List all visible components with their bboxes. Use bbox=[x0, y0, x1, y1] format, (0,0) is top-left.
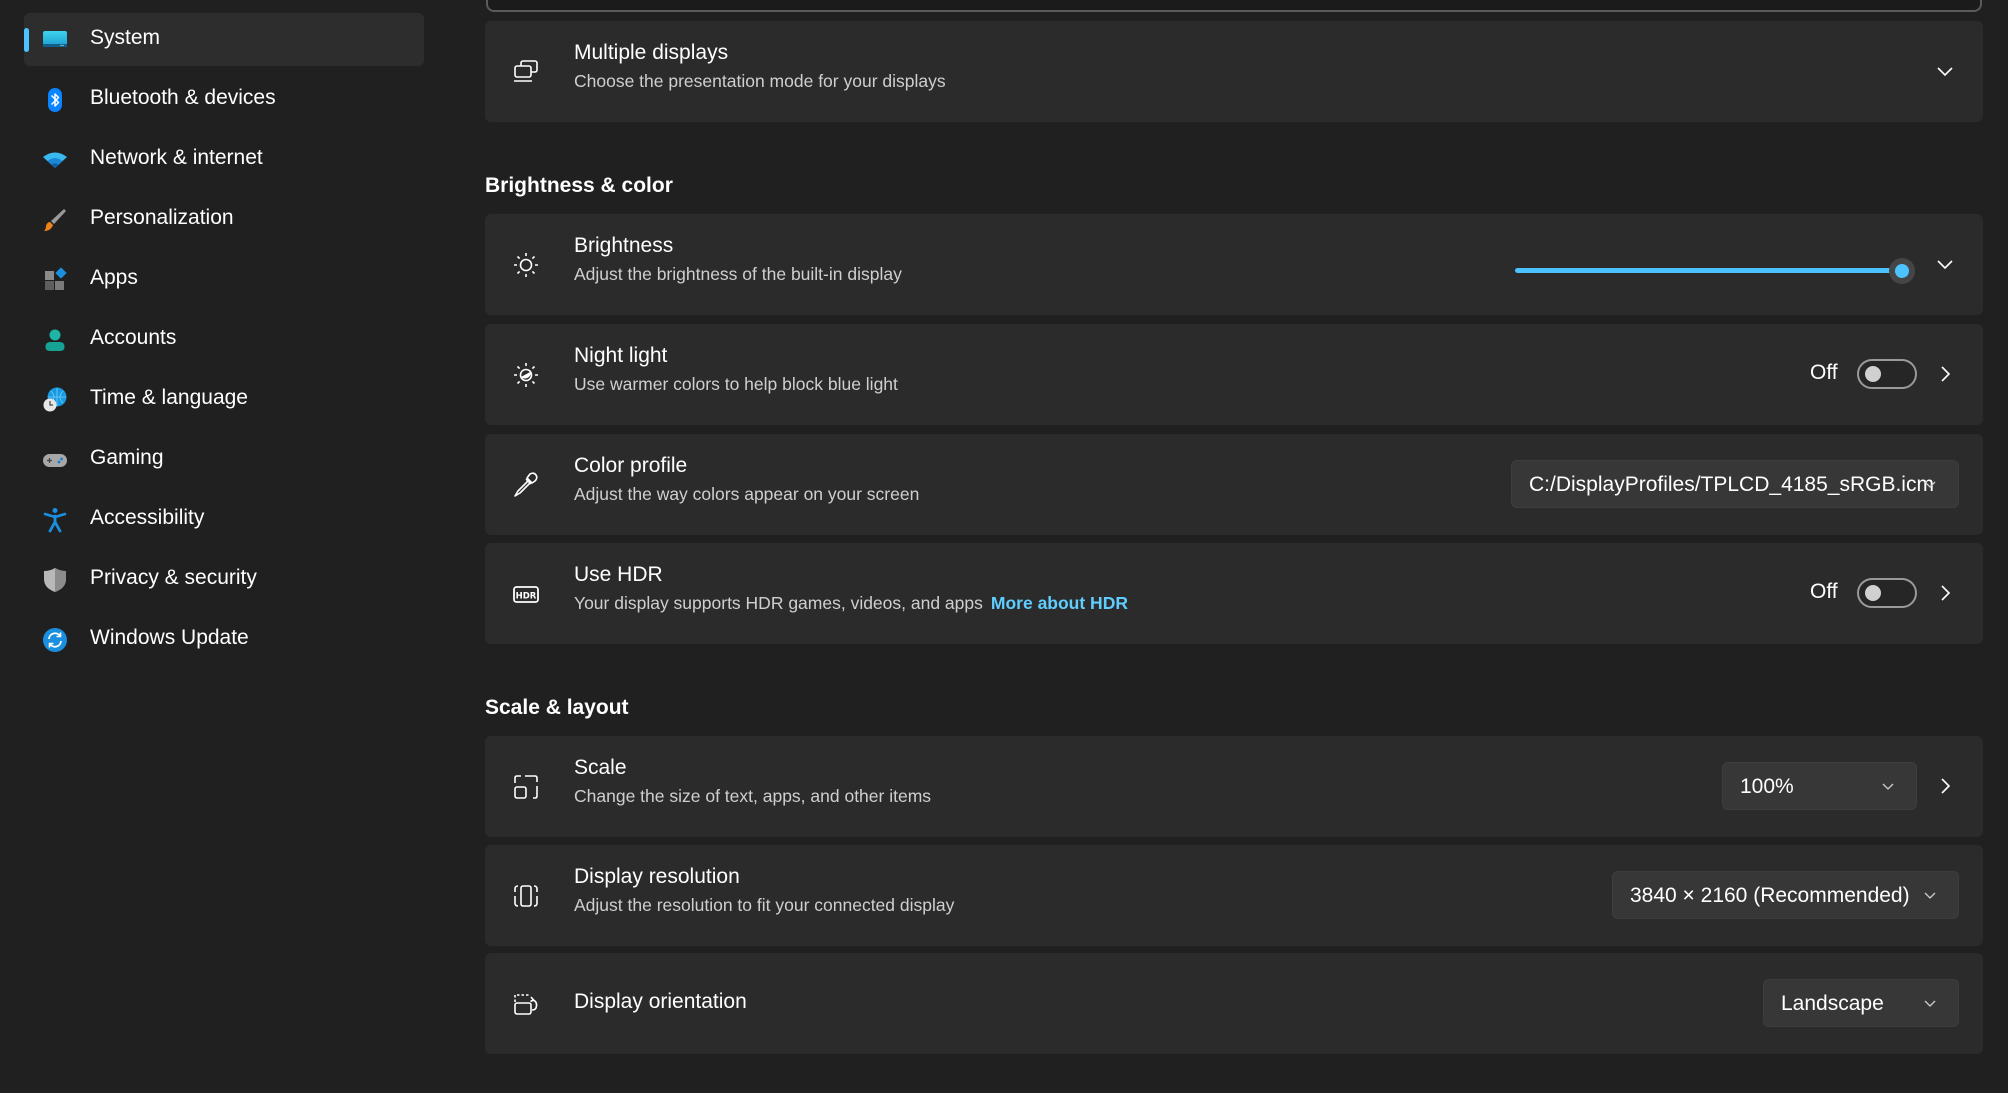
setting-title: Display orientation bbox=[574, 990, 747, 1013]
setting-description: Adjust the way colors appear on your scr… bbox=[574, 484, 920, 504]
person-icon bbox=[42, 327, 68, 353]
setting-description: Use warmer colors to help block blue lig… bbox=[574, 374, 898, 394]
setting-description: Change the size of text, apps, and other… bbox=[574, 786, 932, 806]
chevron-down-icon bbox=[1880, 778, 1896, 794]
chevron-right-icon[interactable] bbox=[1933, 774, 1957, 798]
shield-icon bbox=[42, 567, 68, 593]
sidebar-item-label: Privacy & security bbox=[90, 566, 257, 589]
section-heading-brightness-color: Brightness & color bbox=[485, 174, 673, 197]
scale-card[interactable]: Scale Change the size of text, apps, and… bbox=[485, 736, 1983, 837]
sidebar-item-system[interactable]: System bbox=[24, 13, 424, 66]
sidebar-item-accounts[interactable]: Accounts bbox=[24, 313, 424, 366]
chevron-right-icon[interactable] bbox=[1933, 362, 1957, 386]
scale-dropdown[interactable]: 100% bbox=[1722, 762, 1917, 810]
setting-title: Display resolution bbox=[574, 865, 740, 888]
color-profile-dropdown[interactable]: C:/DisplayProfiles/TPLCD_4185_sRGB.icm bbox=[1511, 460, 1959, 508]
dropdown-value: 100% bbox=[1740, 775, 1794, 798]
dropdown-value: Landscape bbox=[1781, 992, 1884, 1015]
display-orientation-dropdown[interactable]: Landscape bbox=[1763, 979, 1959, 1027]
setting-title: Brightness bbox=[574, 234, 674, 257]
more-about-hdr-link[interactable]: More about HDR bbox=[991, 593, 1128, 613]
setting-title: Night light bbox=[574, 344, 668, 367]
sun-icon bbox=[511, 250, 541, 280]
toggle-knob bbox=[1865, 366, 1881, 382]
apps-icon bbox=[42, 267, 68, 293]
wifi-icon bbox=[42, 147, 68, 173]
sidebar-item-label: Apps bbox=[90, 266, 138, 289]
toggle-state-label: Off bbox=[1810, 580, 1838, 603]
setting-description: Adjust the resolution to fit your connec… bbox=[574, 895, 955, 915]
chevron-right-icon[interactable] bbox=[1933, 581, 1957, 605]
chevron-down-icon bbox=[1922, 887, 1938, 903]
hdr-toggle[interactable] bbox=[1857, 578, 1917, 608]
brightness-card[interactable]: Brightness Adjust the brightness of the … bbox=[485, 214, 1983, 315]
slider-fill bbox=[1515, 268, 1902, 273]
multiple-displays-icon bbox=[511, 57, 541, 87]
gamepad-icon bbox=[42, 447, 68, 473]
night-light-card[interactable]: Night light Use warmer colors to help bl… bbox=[485, 324, 1983, 425]
sidebar-item-label: System bbox=[90, 26, 161, 49]
paintbrush-icon bbox=[42, 207, 68, 233]
sidebar-item-gaming[interactable]: Gaming bbox=[24, 433, 424, 486]
chevron-down-icon[interactable] bbox=[1933, 59, 1957, 83]
dropdown-value: 3840 × 2160 (Recommended) bbox=[1630, 884, 1910, 907]
previous-setting-card[interactable] bbox=[486, 0, 1982, 12]
setting-title: Color profile bbox=[574, 454, 688, 477]
toggle-state-label: Off bbox=[1810, 361, 1838, 384]
sidebar-item-label: Bluetooth & devices bbox=[90, 86, 276, 109]
sidebar-item-label: Gaming bbox=[90, 446, 164, 469]
hdr-card[interactable]: HDR Use HDR Your display supports HDR ga… bbox=[485, 543, 1983, 644]
bluetooth-icon bbox=[42, 87, 68, 113]
selection-indicator bbox=[24, 28, 29, 52]
system-display-icon bbox=[42, 27, 68, 53]
sidebar-item-personalization[interactable]: Personalization bbox=[24, 193, 424, 246]
globe-clock-icon bbox=[42, 387, 68, 413]
orientation-icon bbox=[511, 989, 541, 1019]
settings-content: Multiple displays Choose the presentatio… bbox=[485, 0, 1983, 1093]
sidebar-item-accessibility[interactable]: Accessibility bbox=[24, 493, 424, 546]
section-heading-scale-layout: Scale & layout bbox=[485, 696, 629, 719]
display-resolution-dropdown[interactable]: 3840 × 2160 (Recommended) bbox=[1612, 871, 1959, 919]
sidebar-item-bluetooth[interactable]: Bluetooth & devices bbox=[24, 73, 424, 126]
sidebar-item-time-language[interactable]: Time & language bbox=[24, 373, 424, 426]
setting-description: Your display supports HDR games, videos,… bbox=[574, 593, 1128, 614]
update-icon bbox=[42, 627, 68, 653]
sidebar: System Bluetooth & devices Network & int… bbox=[0, 0, 440, 1093]
night-light-icon bbox=[511, 360, 541, 390]
color-profile-card[interactable]: Color profile Adjust the way colors appe… bbox=[485, 434, 1983, 535]
sidebar-item-network[interactable]: Network & internet bbox=[24, 133, 424, 186]
setting-description: Adjust the brightness of the built-in di… bbox=[574, 264, 902, 284]
sidebar-item-label: Personalization bbox=[90, 206, 234, 229]
sidebar-item-apps[interactable]: Apps bbox=[24, 253, 424, 306]
sidebar-item-label: Windows Update bbox=[90, 626, 249, 649]
eyedropper-icon bbox=[511, 470, 541, 500]
display-resolution-card[interactable]: Display resolution Adjust the resolution… bbox=[485, 845, 1983, 946]
sidebar-item-label: Network & internet bbox=[90, 146, 263, 169]
setting-description: Choose the presentation mode for your di… bbox=[574, 71, 946, 91]
display-orientation-card[interactable]: Display orientation Landscape bbox=[485, 953, 1983, 1054]
hdr-icon: HDR bbox=[511, 579, 541, 609]
setting-title: Multiple displays bbox=[574, 41, 729, 64]
sidebar-item-windows-update[interactable]: Windows Update bbox=[24, 613, 424, 666]
hdr-description-text: Your display supports HDR games, videos,… bbox=[574, 593, 983, 613]
sidebar-item-privacy-security[interactable]: Privacy & security bbox=[24, 553, 424, 606]
resolution-icon bbox=[511, 881, 541, 911]
sidebar-item-label: Accounts bbox=[90, 326, 177, 349]
chevron-down-icon[interactable] bbox=[1933, 252, 1957, 276]
setting-title: Use HDR bbox=[574, 563, 663, 586]
night-light-toggle[interactable] bbox=[1857, 359, 1917, 389]
sidebar-item-label: Accessibility bbox=[90, 506, 205, 529]
chevron-down-icon bbox=[1922, 476, 1938, 492]
toggle-knob bbox=[1865, 585, 1881, 601]
slider-thumb[interactable] bbox=[1889, 258, 1915, 284]
dropdown-value: C:/DisplayProfiles/TPLCD_4185_sRGB.icm bbox=[1529, 473, 1934, 496]
sidebar-item-label: Time & language bbox=[90, 386, 248, 409]
setting-title: Scale bbox=[574, 756, 627, 779]
chevron-down-icon bbox=[1922, 995, 1938, 1011]
multiple-displays-card[interactable]: Multiple displays Choose the presentatio… bbox=[485, 21, 1983, 122]
brightness-slider[interactable] bbox=[1515, 258, 1915, 284]
accessibility-icon bbox=[42, 507, 68, 533]
svg-text:HDR: HDR bbox=[516, 592, 537, 602]
scale-icon bbox=[511, 772, 541, 802]
